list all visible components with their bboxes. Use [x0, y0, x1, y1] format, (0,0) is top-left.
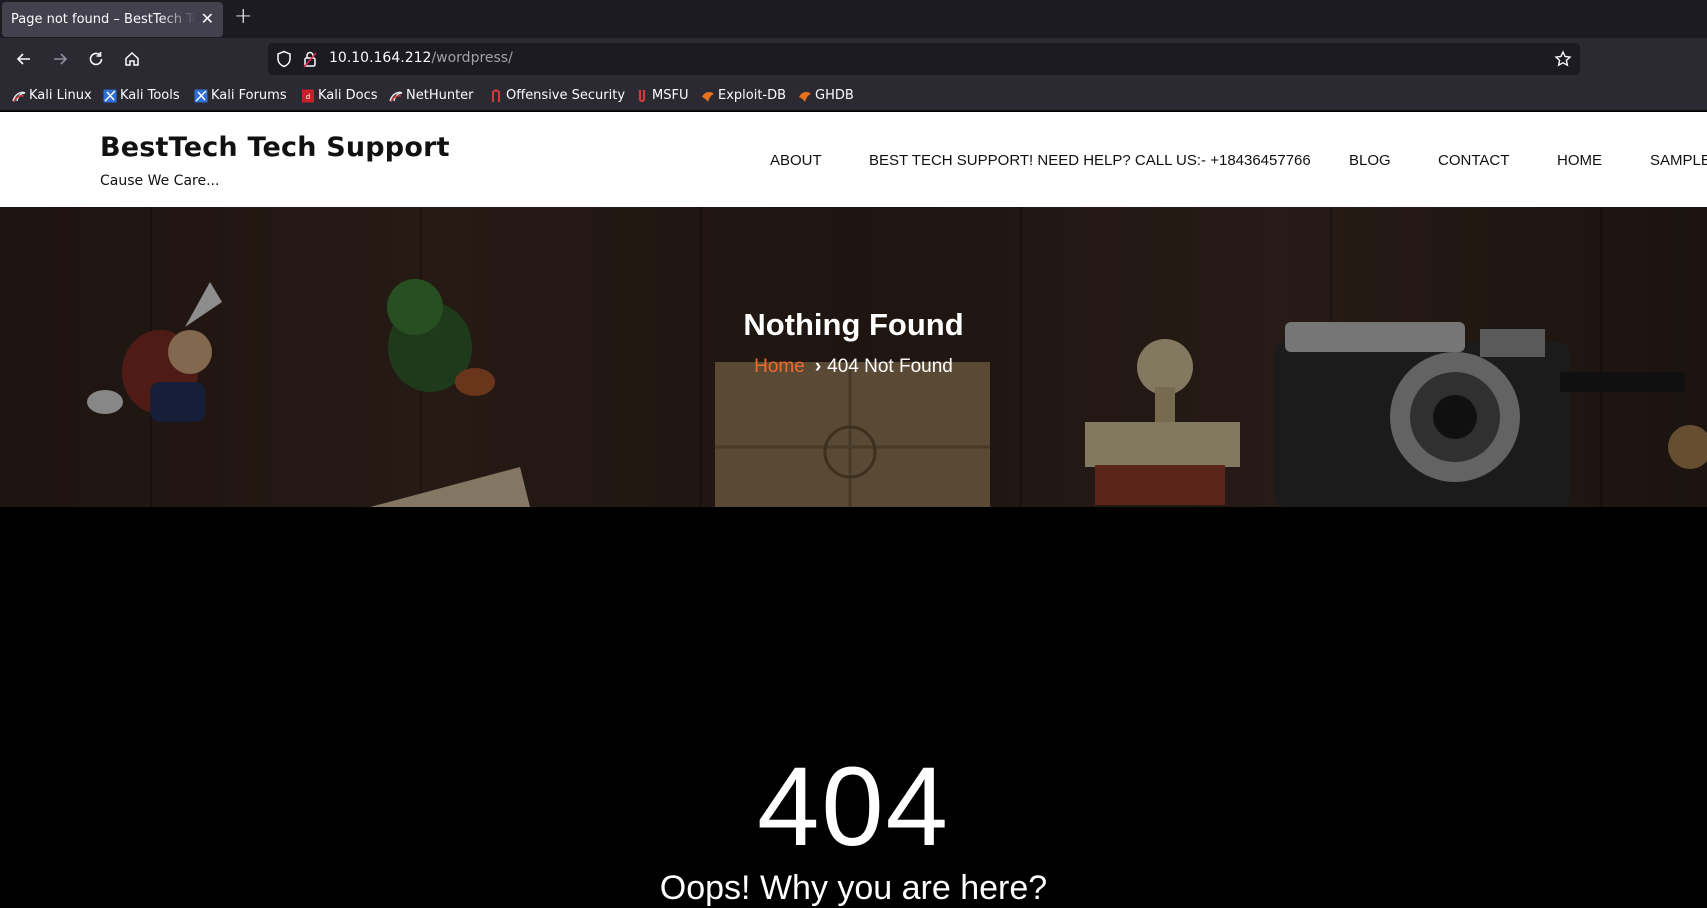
page-heading: Nothing Found [743, 307, 964, 342]
insecure-lock-icon[interactable] [303, 50, 317, 68]
menu-item-blog[interactable]: BLOG [1349, 152, 1391, 169]
bookmark-label: Kali Docs [318, 88, 378, 103]
url-text[interactable]: 10.10.164.212/wordpress/ [329, 50, 513, 66]
menu-item-about[interactable]: ABOUT [770, 152, 822, 169]
url-host: 10.10.164.212 [329, 50, 432, 66]
site-header: BestTech Tech Support Cause We Care... A… [0, 112, 1707, 207]
page-banner: Nothing Found Home › 404 Not Found [0, 207, 1707, 507]
reload-icon[interactable] [83, 46, 109, 72]
bookmark-kali-docs[interactable]: d Kali Docs [301, 88, 378, 103]
nethunter-icon [389, 89, 403, 103]
forward-icon[interactable] [47, 46, 73, 72]
home-icon[interactable] [119, 46, 145, 72]
url-path: /wordpress/ [431, 50, 513, 66]
tab-bar: Page not found – BestTech Tech Support ✕… [0, 0, 1707, 38]
breadcrumb: Home › 404 Not Found [0, 356, 1707, 378]
tab-title: Page not found – BestTech Tech Support [11, 12, 196, 27]
breadcrumb-home-link[interactable]: Home [754, 356, 805, 377]
bookmark-label: MSFU [652, 88, 689, 103]
menu-item-home[interactable]: HOME [1557, 152, 1602, 169]
kali-dragon-icon [12, 89, 26, 103]
bookmark-kali-tools[interactable]: Kali Tools [103, 88, 180, 103]
svg-text:d: d [306, 93, 310, 101]
bookmark-kali-linux[interactable]: Kali Linux [12, 88, 92, 103]
kali-tools-icon [103, 89, 117, 103]
bookmark-ghdb[interactable]: GHDB [798, 88, 854, 103]
site-tagline: Cause We Care... [100, 173, 220, 189]
kali-docs-icon: d [301, 89, 315, 103]
menu-item-sample[interactable]: SAMPLE [1650, 152, 1707, 169]
menu-item-contact[interactable]: CONTACT [1438, 152, 1509, 169]
bookmark-label: GHDB [815, 88, 854, 103]
exploitdb-icon [701, 89, 715, 103]
error-section: 404 Oops! Why you are here? [0, 507, 1707, 907]
menu-item-call-us[interactable]: BEST TECH SUPPORT! NEED HELP? CALL US:- … [869, 152, 1311, 169]
site-title[interactable]: BestTech Tech Support [100, 132, 450, 163]
bookmark-nethunter[interactable]: NetHunter [389, 88, 474, 103]
close-tab-icon[interactable]: ✕ [201, 9, 214, 28]
bookmark-msfu[interactable]: MSFU [635, 88, 688, 103]
navigation-toolbar: 10.10.164.212/wordpress/ [0, 38, 1707, 80]
bookmark-label: Kali Forums [211, 88, 287, 103]
bookmark-kali-forums[interactable]: Kali Forums [194, 88, 287, 103]
chevron-right-icon: › [814, 356, 822, 377]
error-message: Oops! Why you are here? [659, 869, 1048, 907]
kali-forums-icon [194, 89, 208, 103]
bookmark-label: NetHunter [406, 88, 474, 103]
bookmark-label: Kali Tools [120, 88, 180, 103]
bookmark-label: Exploit-DB [718, 88, 787, 103]
bookmark-exploit-db[interactable]: Exploit-DB [701, 88, 786, 103]
msfu-icon [635, 89, 649, 103]
tracking-shield-icon[interactable] [276, 50, 292, 68]
breadcrumb-current: 404 Not Found [827, 356, 953, 377]
bookmarks-toolbar: Kali Linux Kali Tools Kali Forums d Kali… [0, 80, 1707, 111]
bookmark-offensive-security[interactable]: Offensive Security [489, 88, 625, 103]
bookmark-star-icon[interactable] [1554, 50, 1572, 68]
error-code: 404 [757, 744, 950, 869]
back-icon[interactable] [11, 46, 37, 72]
ghdb-icon [798, 89, 812, 103]
active-tab[interactable]: Page not found – BestTech Tech Support ✕ [2, 2, 223, 37]
bookmark-label: Kali Linux [29, 88, 92, 103]
url-bar[interactable]: 10.10.164.212/wordpress/ [268, 43, 1580, 75]
bookmark-label: Offensive Security [506, 88, 626, 103]
new-tab-icon[interactable]: + [234, 4, 252, 29]
offsec-icon [489, 88, 503, 103]
